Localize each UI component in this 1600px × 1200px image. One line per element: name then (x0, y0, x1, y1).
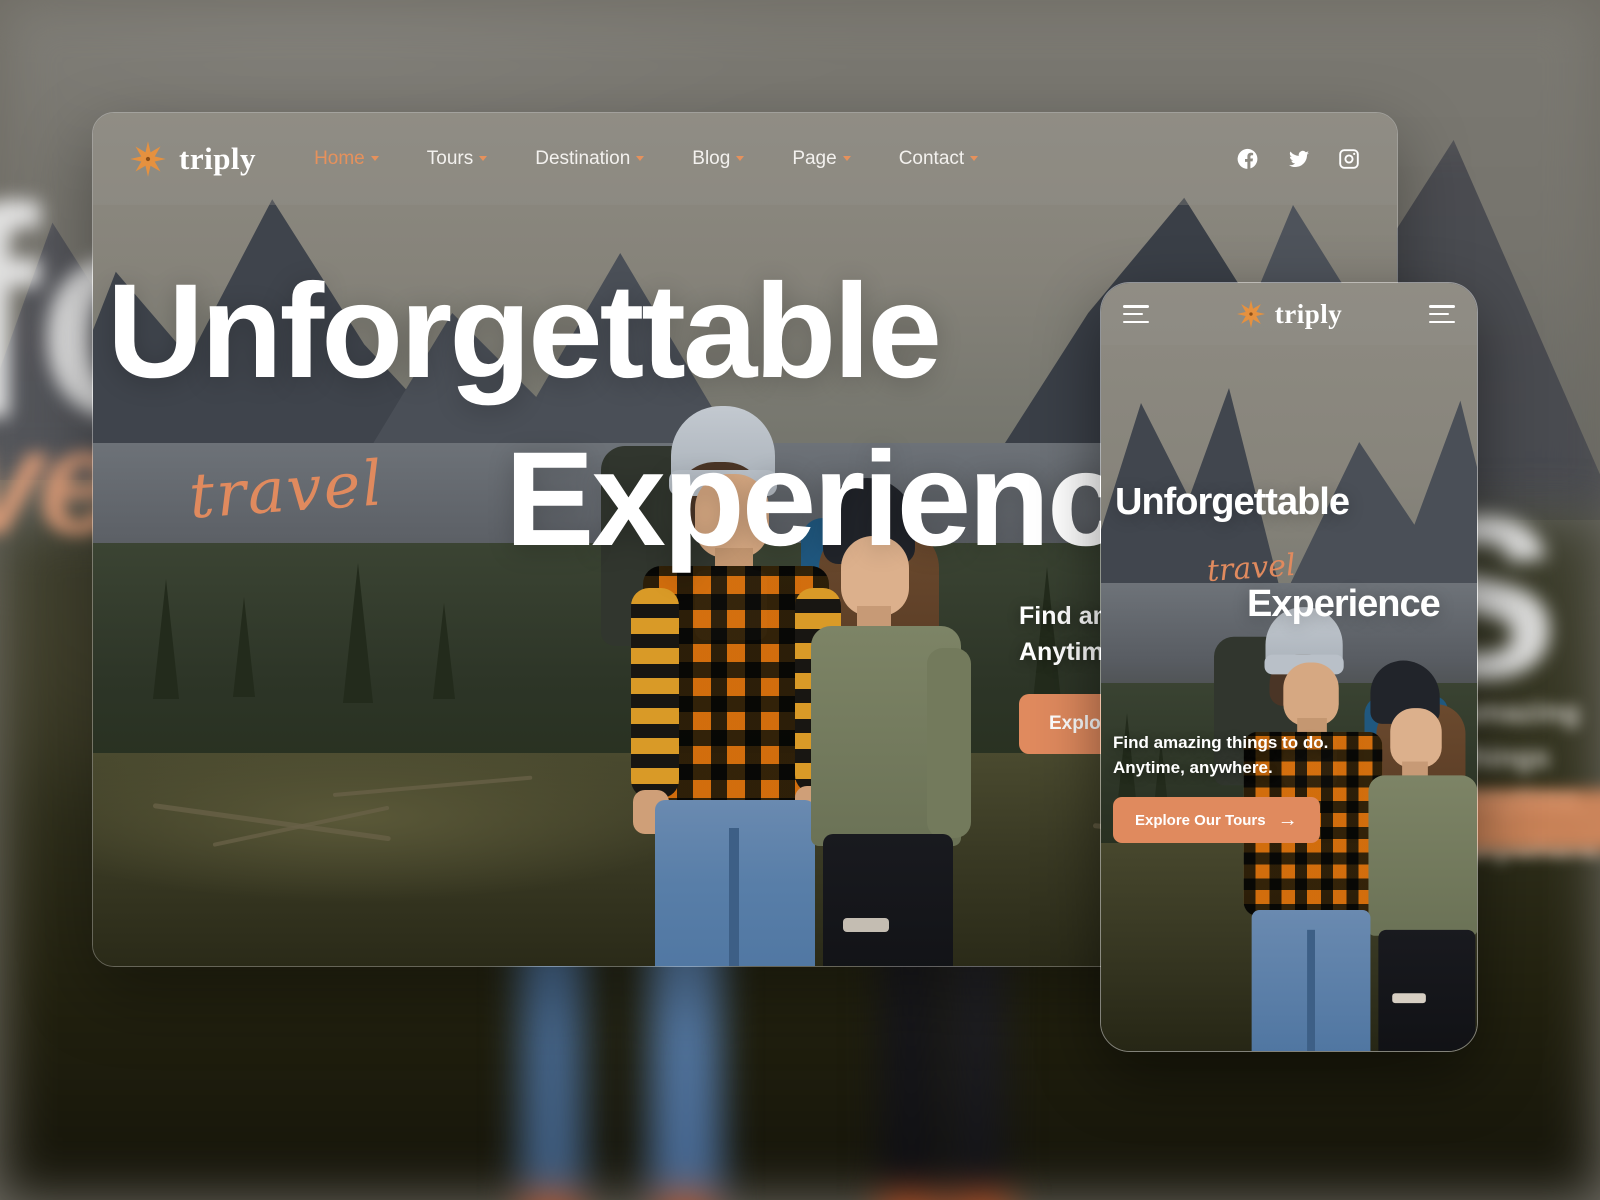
nav-link-home[interactable]: Home (314, 148, 379, 170)
face (841, 536, 909, 616)
background-leg (950, 930, 1012, 1200)
mobile-cta-line1: Find amazing things to do. (1113, 733, 1329, 752)
facebook-icon[interactable] (1237, 147, 1261, 171)
mobile-cta-block: Find amazing things to do. Anytime, anyw… (1113, 731, 1463, 844)
nav-link-contact-label: Contact (898, 148, 965, 169)
pants (823, 834, 953, 966)
hamburger-menu-icon-left[interactable] (1123, 305, 1149, 323)
background-blur-button (1460, 790, 1600, 850)
nav-link-page[interactable]: Page (792, 148, 851, 170)
chevron-down-icon (970, 156, 979, 161)
background-blur-cta-line1: amazing things (1460, 696, 1581, 774)
pants-rip (843, 918, 889, 932)
nav-link-blog[interactable]: Blog (692, 148, 745, 170)
social-links (1237, 147, 1361, 171)
mobile-mockup-card: triply Unforgettable travel Experience F… (1100, 282, 1478, 1052)
jeans-seam (1307, 929, 1315, 1051)
hamburger-menu-icon-right[interactable] (1429, 305, 1455, 323)
nav-link-page-label: Page (792, 148, 837, 169)
nav-link-contact[interactable]: Contact (898, 148, 979, 170)
compass-rose-icon (130, 141, 166, 177)
arm (927, 648, 971, 838)
arm (631, 588, 679, 798)
desktop-nav-links: Home Tours Destination Blog Page Contact (314, 148, 979, 170)
twitter-icon[interactable] (1287, 147, 1311, 171)
face (1283, 662, 1339, 726)
chevron-down-icon (370, 156, 379, 161)
instagram-icon[interactable] (1337, 147, 1361, 171)
mobile-explore-our-tours-button[interactable]: Explore Our Tours → (1113, 797, 1320, 844)
desktop-navbar: triply Home Tours Destination Blog Page (93, 113, 1397, 205)
nav-link-tours-label: Tours (426, 148, 474, 169)
chevron-down-icon (479, 156, 488, 161)
face (695, 474, 769, 558)
brand-logo[interactable]: triply (129, 140, 256, 178)
nav-link-destination[interactable]: Destination (535, 148, 645, 170)
mobile-cta-line2: Anytime, anywhere. (1113, 757, 1273, 777)
background-leg (520, 930, 584, 1200)
chevron-down-icon (636, 156, 645, 161)
arrow-right-icon: → (1277, 809, 1298, 832)
mobile-brand-name: triply (1274, 298, 1343, 329)
brand-name: triply (179, 141, 257, 176)
chevron-down-icon (736, 156, 745, 161)
mobile-brand-logo[interactable]: triply (1236, 299, 1343, 330)
nav-link-home-label: Home (314, 148, 365, 169)
mobile-navbar: triply (1101, 283, 1477, 345)
compass-rose-icon (1236, 299, 1265, 329)
pants-rip (1392, 993, 1426, 1004)
nav-link-tours[interactable]: Tours (426, 148, 488, 170)
nav-link-blog-label: Blog (692, 148, 731, 169)
mobile-explore-our-tours-button-label: Explore Our Tours (1135, 811, 1266, 829)
nav-link-destination-label: Destination (535, 148, 631, 169)
hero-hikers-photo-subject (523, 358, 971, 966)
jeans-seam (729, 828, 739, 966)
chevron-down-icon (842, 156, 851, 161)
pants (1378, 929, 1476, 1051)
